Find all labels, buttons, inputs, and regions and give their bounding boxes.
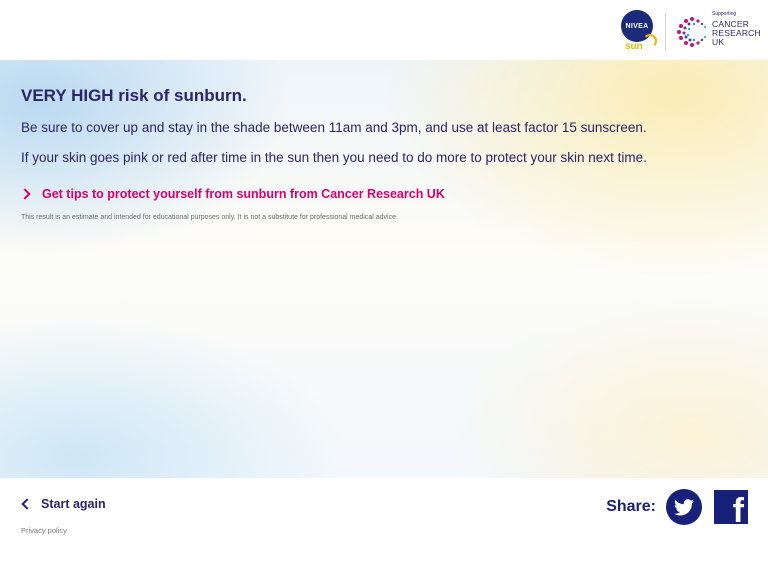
- cru-wordmark: CANCER RESEARCH UK: [712, 20, 761, 47]
- start-again-button[interactable]: Start again: [21, 497, 106, 511]
- privacy-policy-link[interactable]: Privacy policy: [21, 526, 67, 535]
- nivea-sun-text: sun: [625, 41, 643, 52]
- advice-paragraph-2: If your skin goes pink or red after time…: [21, 150, 647, 165]
- result-headline: VERY HIGH risk of sunburn.: [21, 86, 247, 105]
- sun-arc-icon: [643, 34, 657, 48]
- start-again-label: Start again: [41, 497, 106, 511]
- disclaimer: This result is an estimate and intended …: [21, 214, 398, 221]
- cru-supporting-label: Supporting: [712, 11, 737, 17]
- footer: Start again Privacy policy Share: f: [0, 478, 768, 580]
- facebook-share-button[interactable]: f: [714, 490, 748, 524]
- sunburn-tips-label: Get tips to protect yourself from sunbur…: [42, 187, 445, 201]
- partner-logos: NIVEA sun Supporting CANCER RESEARCH UK: [619, 8, 761, 56]
- chevron-left-icon: [21, 498, 33, 510]
- twitter-icon: [674, 498, 694, 515]
- twitter-share-button[interactable]: [666, 489, 702, 525]
- sunburn-tips-link[interactable]: Get tips to protect yourself from sunbur…: [19, 187, 445, 201]
- share-label: Share:: [606, 498, 656, 515]
- nivea-sun-logo: NIVEA sun: [619, 8, 657, 56]
- header: NIVEA sun Supporting CANCER RESEARCH UK: [0, 0, 768, 60]
- cancer-research-uk-logo: Supporting CANCER RESEARCH UK: [676, 8, 761, 56]
- share-bar: Share: f: [606, 489, 748, 525]
- cru-line-3: UK: [712, 37, 725, 47]
- advice-paragraph-1: Be sure to cover up and stay in the shad…: [21, 120, 647, 135]
- logo-divider: [665, 13, 666, 51]
- cancer-research-c-icon: [677, 17, 706, 47]
- facebook-icon: f: [732, 492, 744, 524]
- chevron-right-icon: [19, 188, 31, 200]
